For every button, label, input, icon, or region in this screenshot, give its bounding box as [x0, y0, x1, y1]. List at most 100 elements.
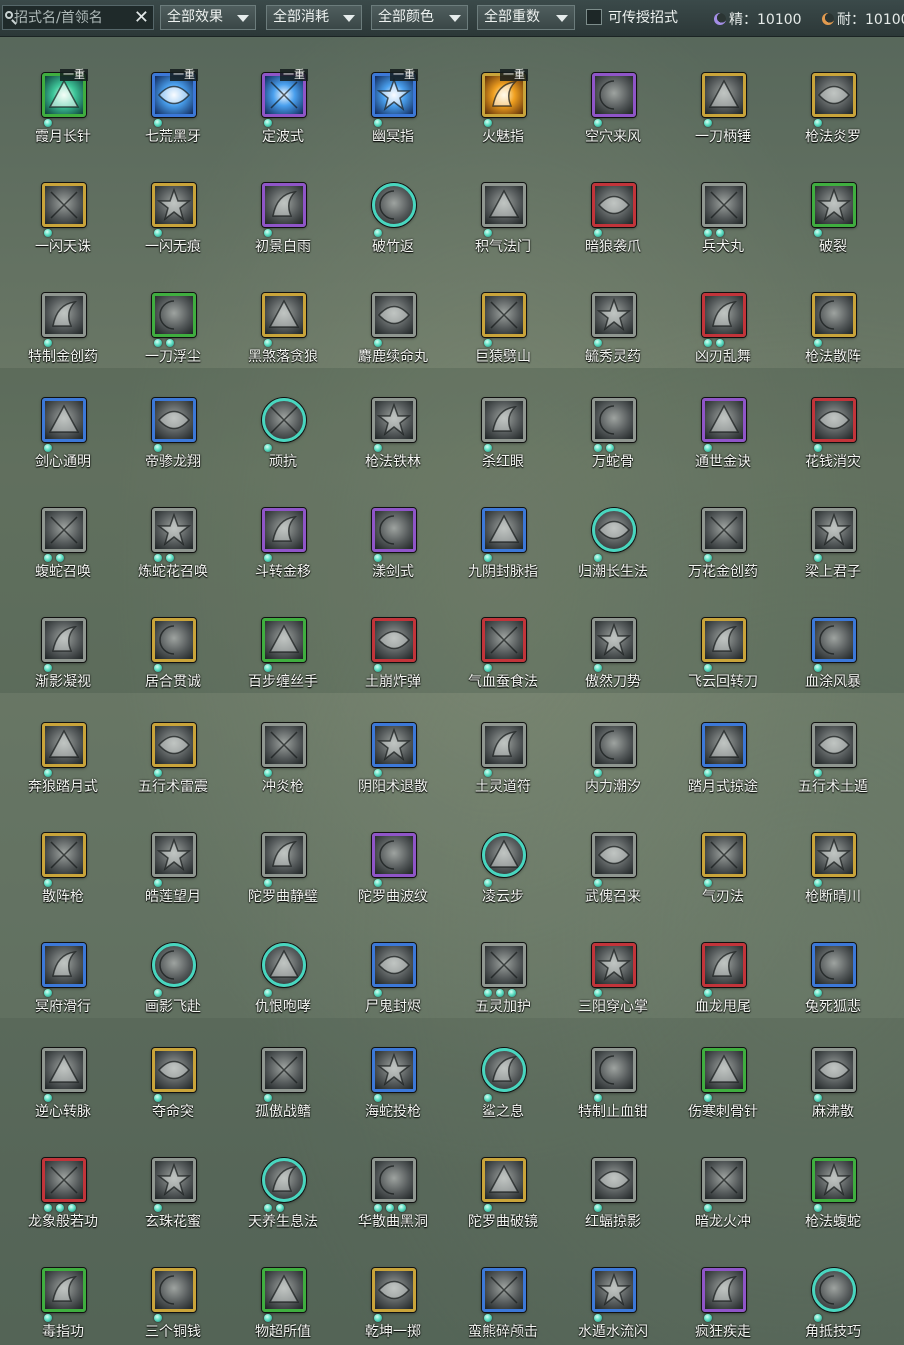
skill-slot[interactable]: 水遁水流闪 [558, 1244, 668, 1344]
skill-slot[interactable]: 初景白雨 [228, 159, 338, 259]
skill-slot[interactable]: 花钱消灾 [778, 374, 888, 474]
skill-slot[interactable]: 一闪天诛 [8, 159, 118, 259]
skill-slot[interactable]: 枪法散阵 [778, 269, 888, 369]
skill-slot[interactable]: 玄珠花蜜 [118, 1134, 228, 1234]
skill-slot[interactable]: 暗狼袭爪 [558, 159, 668, 259]
skill-slot[interactable]: 破裂 [778, 159, 888, 259]
skill-slot[interactable]: 物超所值 [228, 1244, 338, 1344]
skill-slot[interactable]: 五灵加护 [448, 919, 558, 1019]
skill-slot[interactable]: 麝鹿续命丸 [338, 269, 448, 369]
skill-slot[interactable]: 夺命突 [118, 1024, 228, 1124]
skill-slot[interactable]: 龙象般若功 [8, 1134, 118, 1234]
skill-slot[interactable]: 蝮蛇召唤 [8, 484, 118, 584]
skill-slot[interactable]: 空穴来风 [558, 49, 668, 149]
skill-slot[interactable]: 海蛇投枪 [338, 1024, 448, 1124]
skill-slot[interactable]: 五行术土遁 [778, 699, 888, 799]
skill-slot[interactable]: 麻沸散 [778, 1024, 888, 1124]
skill-slot[interactable]: 气血蚕食法 [448, 594, 558, 694]
skill-slot[interactable]: 凌云步 [448, 809, 558, 909]
skill-slot[interactable]: 居合贯诚 [118, 594, 228, 694]
skill-slot[interactable]: 九阴封脉指 [448, 484, 558, 584]
skill-slot[interactable]: 一刀柄锤 [668, 49, 778, 149]
skill-slot[interactable]: 气刃法 [668, 809, 778, 909]
skill-slot[interactable]: 血涂风暴 [778, 594, 888, 694]
skill-slot[interactable]: 土崩炸弹 [338, 594, 448, 694]
skill-slot[interactable]: 陀罗曲波纹 [338, 809, 448, 909]
skill-slot[interactable]: 尸鬼封烬 [338, 919, 448, 1019]
skill-slot[interactable]: 疯狂疾走 [668, 1244, 778, 1344]
skill-slot[interactable]: 乾坤一掷 [338, 1244, 448, 1344]
skill-slot[interactable]: 炼蛇花召唤 [118, 484, 228, 584]
skill-slot[interactable]: 通世金诀 [668, 374, 778, 474]
search-input[interactable] [14, 9, 132, 27]
skill-slot[interactable]: 斗转金移 [228, 484, 338, 584]
skill-slot[interactable]: 血龙甩尾 [668, 919, 778, 1019]
skill-slot[interactable]: 阴阳术退散 [338, 699, 448, 799]
skill-slot[interactable]: 毓秀灵药 [558, 269, 668, 369]
skill-slot[interactable]: 踏月式掠途 [668, 699, 778, 799]
skill-slot[interactable]: 一重 霞月长针 [8, 49, 118, 149]
skill-slot[interactable]: 伤寒刺骨针 [668, 1024, 778, 1124]
skill-slot[interactable]: 皓莲望月 [118, 809, 228, 909]
close-icon[interactable]: ✕ [134, 7, 149, 29]
skill-slot[interactable]: 万花金创药 [668, 484, 778, 584]
skill-slot[interactable]: 帝骖龙翔 [118, 374, 228, 474]
skill-slot[interactable]: 冥府滑行 [8, 919, 118, 1019]
skill-slot[interactable]: 土灵道符 [448, 699, 558, 799]
cost-filter-dropdown[interactable]: 全部消耗 [266, 5, 362, 30]
skill-slot[interactable]: 天养生息法 [228, 1134, 338, 1234]
skill-slot[interactable]: 毒指功 [8, 1244, 118, 1344]
skill-slot[interactable]: 漾剑式 [338, 484, 448, 584]
skill-slot[interactable]: 奔狼踏月式 [8, 699, 118, 799]
skill-slot[interactable]: 归潮长生法 [558, 484, 668, 584]
skill-slot[interactable]: 渐影凝视 [8, 594, 118, 694]
skill-slot[interactable]: 飞云回转刀 [668, 594, 778, 694]
skill-slot[interactable]: 三个铜钱 [118, 1244, 228, 1344]
skill-slot[interactable]: 巨猿劈山 [448, 269, 558, 369]
skill-slot[interactable]: 散阵枪 [8, 809, 118, 909]
skill-slot[interactable]: 孤傲战鳍 [228, 1024, 338, 1124]
skill-slot[interactable]: 梁上君子 [778, 484, 888, 584]
skill-slot[interactable]: 杀红眼 [448, 374, 558, 474]
skill-slot[interactable]: 万蛇骨 [558, 374, 668, 474]
skill-slot[interactable]: 百步缠丝手 [228, 594, 338, 694]
skill-slot[interactable]: 陀罗曲破镜 [448, 1134, 558, 1234]
skill-slot[interactable]: 积气法门 [448, 159, 558, 259]
skill-slot[interactable]: 陀罗曲静璧 [228, 809, 338, 909]
skill-slot[interactable]: 武傀召来 [558, 809, 668, 909]
skill-slot[interactable]: 暗龙火冲 [668, 1134, 778, 1234]
skill-slot[interactable]: 傲然刀势 [558, 594, 668, 694]
skill-slot[interactable]: 枪断晴川 [778, 809, 888, 909]
skill-slot[interactable]: 仇恨咆哮 [228, 919, 338, 1019]
skill-slot[interactable]: 画影飞赴 [118, 919, 228, 1019]
skill-slot[interactable]: 冲炎枪 [228, 699, 338, 799]
skill-slot[interactable]: 特制止血钳 [558, 1024, 668, 1124]
skill-slot[interactable]: 一重 定波式 [228, 49, 338, 149]
skill-slot[interactable]: 兔死狐悲 [778, 919, 888, 1019]
skill-slot[interactable]: 一重 幽冥指 [338, 49, 448, 149]
effect-filter-dropdown[interactable]: 全部效果 [160, 5, 256, 30]
skill-slot[interactable]: 凶刃乱舞 [668, 269, 778, 369]
skill-slot[interactable]: 角抵技巧 [778, 1244, 888, 1344]
skill-slot[interactable]: 枪法铁林 [338, 374, 448, 474]
skill-slot[interactable]: 破竹返 [338, 159, 448, 259]
skill-slot[interactable]: 黑煞落贪狼 [228, 269, 338, 369]
color-filter-dropdown[interactable]: 全部颜色 [371, 5, 468, 30]
skill-slot[interactable]: 一刀浮尘 [118, 269, 228, 369]
skill-slot[interactable]: 一闪无痕 [118, 159, 228, 259]
tier-filter-dropdown[interactable]: 全部重数 [477, 5, 575, 30]
skill-slot[interactable]: 五行术雷震 [118, 699, 228, 799]
skill-slot[interactable]: 红蝠掠影 [558, 1134, 668, 1234]
skill-slot[interactable]: 鲨之息 [448, 1024, 558, 1124]
skill-slot[interactable]: 三阳穿心掌 [558, 919, 668, 1019]
skill-slot[interactable]: 枪法炎罗 [778, 49, 888, 149]
skill-slot[interactable]: 兵犬丸 [668, 159, 778, 259]
skill-slot[interactable]: 华散曲黑洞 [338, 1134, 448, 1234]
skill-slot[interactable]: 蛮熊碎颅击 [448, 1244, 558, 1344]
skill-slot[interactable]: 一重 火魅指 [448, 49, 558, 149]
skill-slot[interactable]: 内力潮汐 [558, 699, 668, 799]
skill-slot[interactable]: 逆心转脉 [8, 1024, 118, 1124]
skill-slot[interactable]: 顽抗 [228, 374, 338, 474]
skill-slot[interactable]: 枪法蝮蛇 [778, 1134, 888, 1234]
skill-slot[interactable]: 一重 七荒黑牙 [118, 49, 228, 149]
